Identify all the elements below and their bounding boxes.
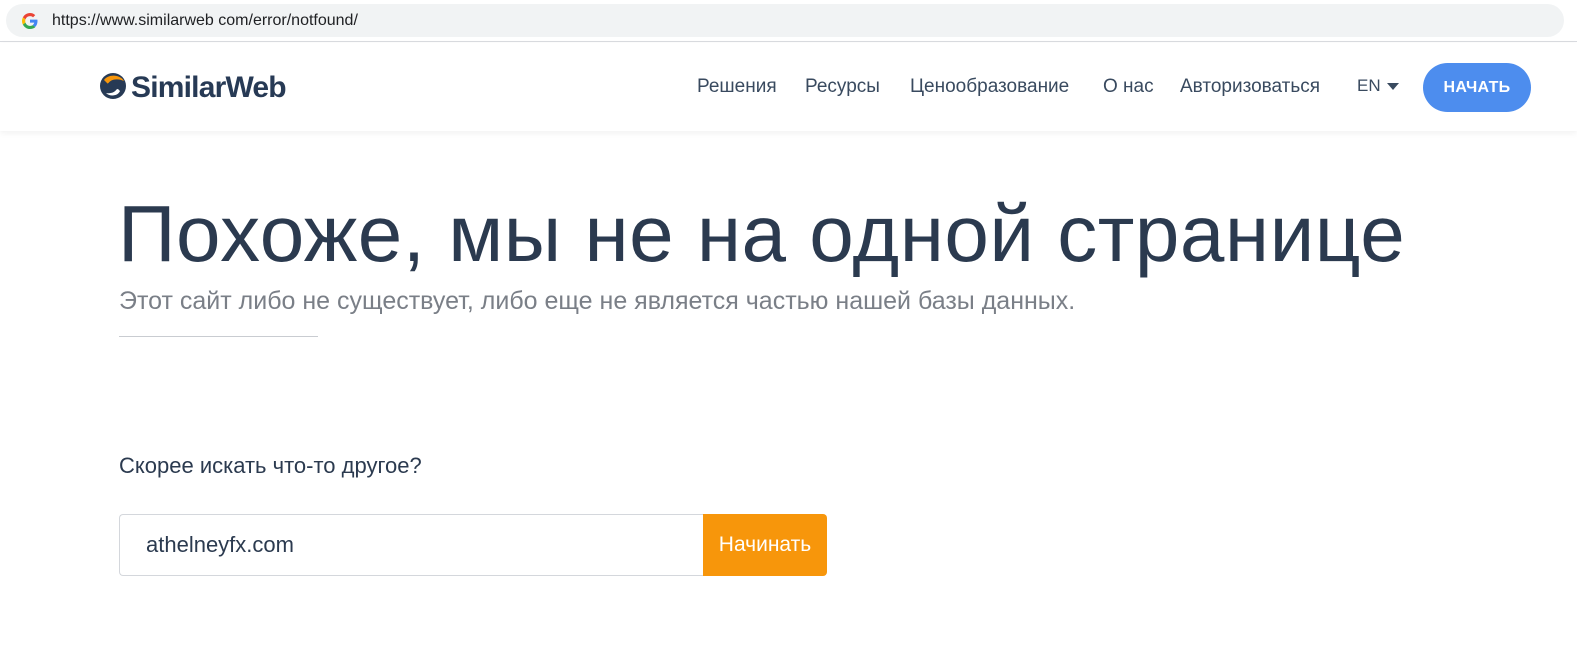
search-submit-button[interactable]: Начинать bbox=[703, 514, 827, 576]
url-text[interactable]: https://www.similarweb com/error/notfoun… bbox=[52, 12, 358, 30]
page-subtitle: Этот сайт либо не существует, либо еще н… bbox=[119, 287, 1076, 315]
nav-item-login[interactable]: Авторизоваться bbox=[1180, 76, 1320, 98]
logo-text: SimilarWeb bbox=[131, 71, 287, 104]
nav-item-solutions[interactable]: Решения bbox=[697, 76, 777, 98]
nav-item-resources[interactable]: Ресурсы bbox=[805, 76, 880, 98]
logo[interactable]: SimilarWeb bbox=[98, 70, 287, 106]
address-bar[interactable]: https://www.similarweb com/error/notfoun… bbox=[6, 4, 1564, 37]
divider bbox=[119, 336, 318, 337]
search-prompt: Скорее искать что-то другое? bbox=[119, 453, 422, 478]
similarweb-logo-icon bbox=[98, 71, 131, 106]
nav-item-pricing[interactable]: Ценообразование bbox=[910, 76, 1069, 98]
start-button[interactable]: НАЧАТЬ bbox=[1423, 63, 1531, 112]
caret-down-icon bbox=[1386, 83, 1399, 90]
language-selector[interactable]: EN bbox=[1357, 76, 1399, 96]
nav-item-about[interactable]: О нас bbox=[1103, 76, 1154, 98]
site-header: SimilarWeb Решения Ресурсы Ценообразован… bbox=[0, 43, 1577, 131]
browser-toolbar: https://www.similarweb com/error/notfoun… bbox=[0, 0, 1577, 42]
page-title: Похоже, мы не на одной странице bbox=[118, 189, 1406, 278]
google-g-icon bbox=[20, 11, 40, 31]
language-label: EN bbox=[1357, 76, 1381, 95]
search-input[interactable] bbox=[119, 514, 704, 576]
